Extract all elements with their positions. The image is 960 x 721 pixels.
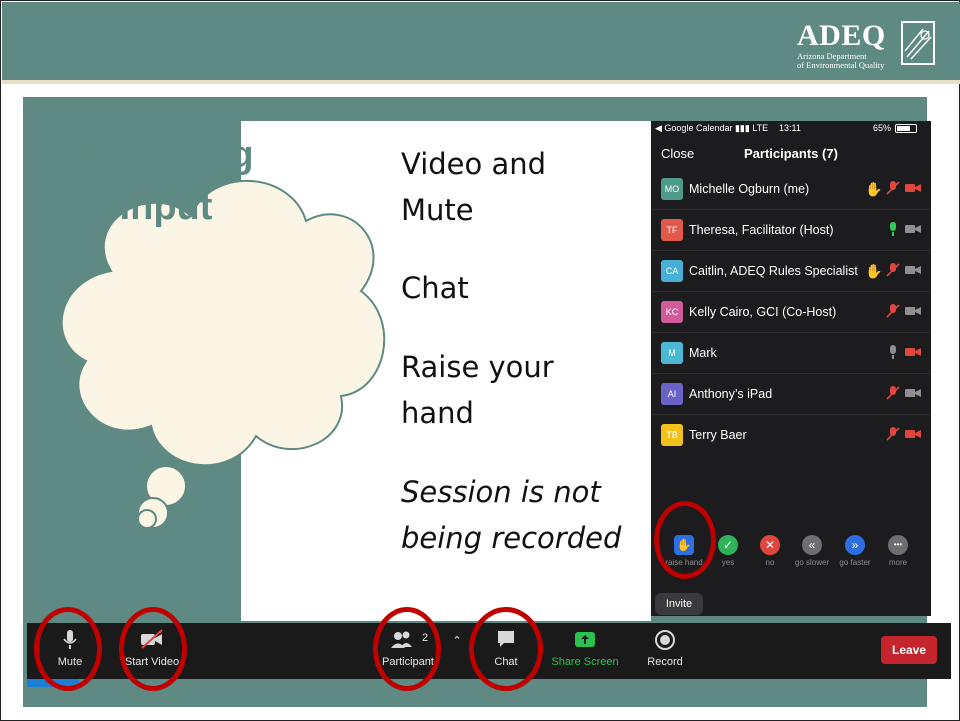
avatar: MO <box>661 178 683 200</box>
participant-name: Caitlin, ADEQ Rules Specialist <box>689 264 858 278</box>
rewind-icon: « <box>802 535 822 555</box>
slide-item-raise-hand: Raise your hand <box>401 350 554 430</box>
more-button[interactable]: ••• more <box>873 535 923 567</box>
status-bar: ◀ Google Calendar ▮▮▮ LTE 13:11 65% <box>651 121 931 137</box>
invite-button[interactable]: Invite <box>655 593 703 615</box>
avatar: AI <box>661 383 683 405</box>
participant-row[interactable]: M Mark <box>651 333 931 374</box>
mic-icon <box>885 344 901 362</box>
participant-row[interactable]: TF Theresa, Facilitator (Host) <box>651 210 931 251</box>
participant-name: Mark <box>689 346 717 360</box>
carrier-text: ◀ Google Calendar ▮▮▮ LTE <box>655 123 769 133</box>
avatar: TF <box>661 219 683 241</box>
participant-row[interactable]: KC Kelly Cairo, GCI (Co-Host) <box>651 292 931 333</box>
slide-item-chat: Chat <box>401 271 469 305</box>
battery-text: 65% <box>873 123 892 133</box>
clock-text: 13:11 <box>779 123 801 133</box>
logo-subtitle: Arizona Department of Environmental Qual… <box>797 51 885 70</box>
header-divider <box>2 80 960 84</box>
raise-hand-highlight <box>654 501 716 579</box>
start-video-highlight <box>119 607 187 691</box>
video-off-icon <box>905 180 921 198</box>
mic-muted-icon <box>885 426 901 444</box>
video-off-icon <box>905 426 921 444</box>
participants-header: Close Participants (7) <box>651 139 931 169</box>
avatar: M <box>661 342 683 364</box>
participant-name: Michelle Ogburn (me) <box>689 182 810 196</box>
participant-name: Theresa, Facilitator (Host) <box>689 223 834 237</box>
mic-on-icon <box>885 221 901 239</box>
chat-highlight <box>469 607 543 691</box>
share-screen-icon <box>540 629 630 653</box>
slide: ADEQ Arizona Department of Environmental… <box>0 0 960 721</box>
participants-highlight <box>373 607 441 691</box>
reaction-label: more <box>888 558 908 567</box>
participants-title: Participants (7) <box>744 146 838 161</box>
mic-muted-icon <box>885 303 901 321</box>
x-icon: ✕ <box>760 535 780 555</box>
participant-name: Anthony’s iPad <box>689 387 773 401</box>
video-icon <box>905 385 921 403</box>
logo-word: ADEQ <box>797 19 886 52</box>
participant-name: Kelly Cairo, GCI (Co-Host) <box>689 305 837 319</box>
check-icon: ✓ <box>718 535 738 555</box>
participant-row[interactable]: MO Michelle Ogburn (me) ✋ <box>651 169 931 210</box>
video-off-icon <box>905 344 921 362</box>
slide-item-video-mute: Video and Mute <box>401 147 547 227</box>
arizona-emblem-icon <box>901 21 935 65</box>
video-icon <box>905 303 921 321</box>
mic-muted-icon <box>885 262 901 280</box>
avatar: CA <box>661 260 683 282</box>
fast-forward-icon: » <box>845 535 865 555</box>
video-icon <box>905 221 921 239</box>
raised-hand-icon: ✋ <box>865 263 883 279</box>
mute-highlight <box>34 607 102 691</box>
avatar: TB <box>661 424 683 446</box>
mic-muted-icon <box>885 180 901 198</box>
record-icon <box>620 629 710 653</box>
raised-hand-icon: ✋ <box>865 181 883 197</box>
battery-icon <box>895 124 917 133</box>
slide-item-recording-note: Session is not being recorded <box>401 475 622 555</box>
record-label: Record <box>647 656 683 668</box>
more-icon: ••• <box>888 535 908 555</box>
record-button[interactable]: Record <box>620 623 710 679</box>
share-screen-label: Share Screen <box>551 656 619 668</box>
cloud-title: Providing Input <box>78 134 254 228</box>
participant-row[interactable]: AI Anthony’s iPad <box>651 374 931 415</box>
participant-row[interactable]: CA Caitlin, ADEQ Rules Specialist ✋ <box>651 251 931 292</box>
leave-button[interactable]: Leave <box>881 636 937 664</box>
share-screen-button[interactable]: Share Screen <box>540 623 630 679</box>
mic-muted-icon <box>885 385 901 403</box>
participant-row[interactable]: TB Terry Baer <box>651 415 931 456</box>
adeq-logo: ADEQ Arizona Department of Environmental… <box>797 19 937 71</box>
avatar: KC <box>661 301 683 323</box>
video-icon <box>905 262 921 280</box>
close-button[interactable]: Close <box>661 146 694 161</box>
participant-name: Terry Baer <box>689 428 747 442</box>
